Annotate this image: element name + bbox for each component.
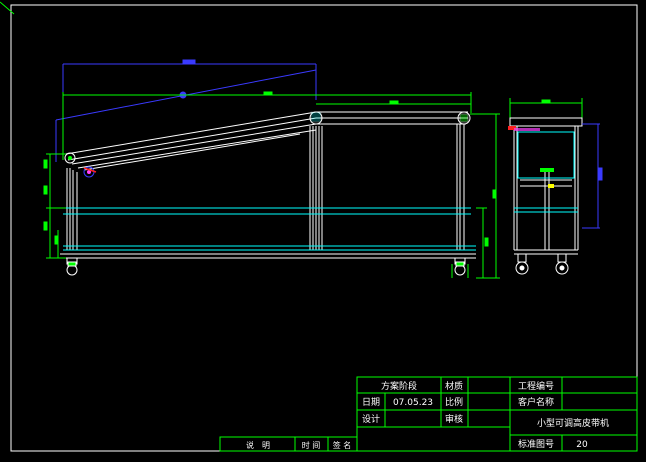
casters: [66, 257, 466, 276]
product-name: 小型可调高皮带机: [537, 417, 609, 429]
legs: [66, 124, 465, 250]
label-time: 时 间: [302, 440, 321, 450]
label-date: 日期: [362, 397, 380, 408]
label-material: 材质: [445, 380, 463, 392]
base-frame: [60, 253, 476, 259]
cross-members: [63, 207, 476, 251]
label-signature: 签 名: [333, 440, 352, 450]
title-block-grid: [219, 376, 638, 452]
inclined-belt: [65, 111, 317, 171]
title-block: 方案阶段 材质 工程编号 日期 07.05.23 比例 客户名称 设计 审核 小…: [219, 376, 638, 452]
label-description: 说 明: [246, 440, 270, 450]
end-view: [508, 98, 603, 275]
label-std-drawing-no: 标准图号: [518, 438, 554, 450]
end-view-accents: [508, 126, 554, 188]
label-customer: 客户名称: [518, 396, 554, 408]
label-scale: 比例: [445, 396, 463, 408]
label-review: 审核: [445, 413, 463, 425]
end-view-frame: [509, 117, 583, 255]
end-view-casters: [515, 253, 569, 275]
value-std-drawing-no: 20: [576, 440, 588, 450]
horizontal-belt: [309, 111, 471, 125]
value-date: 07.05.23: [393, 398, 433, 408]
blue-dimension: [55, 59, 317, 162]
label-project-no: 工程编号: [518, 380, 554, 392]
end-view-top-dim: [509, 98, 583, 120]
cad-drawing: 方案阶段 材质 工程编号 日期 07.05.23 比例 客户名称 设计 审核 小…: [0, 1, 638, 452]
label-design: 设计: [362, 413, 380, 425]
right-height-dims: [451, 113, 500, 279]
label-scheme: 方案阶段: [381, 380, 417, 392]
left-height-dims: [43, 153, 66, 259]
end-view-blue-dim: [582, 123, 603, 229]
side-elevation-view: [43, 59, 500, 279]
